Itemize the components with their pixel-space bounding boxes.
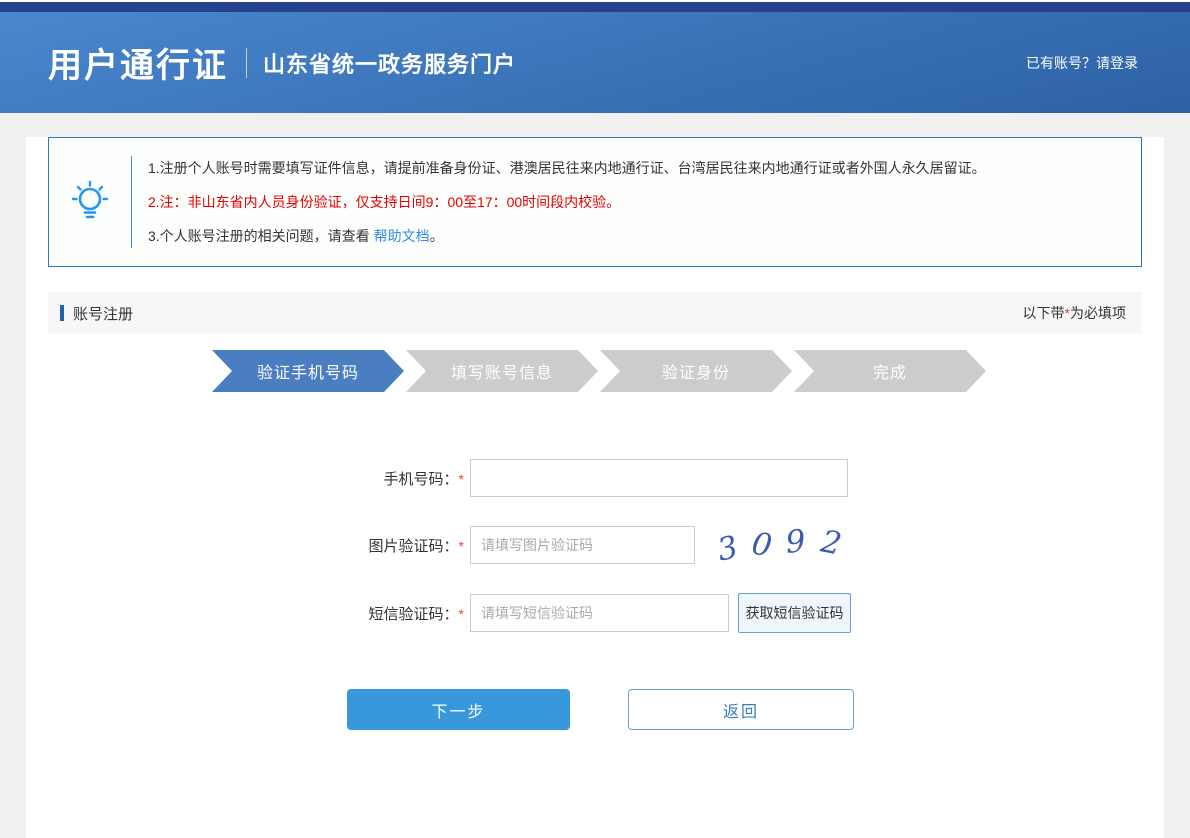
notice-line-2: 2.注：非山东省内人员身份验证，仅支持日间9：00至17：00时间段内校验。	[148, 185, 986, 219]
captcha-image[interactable]: 3092	[717, 527, 841, 563]
notice-box: 1.注册个人账号时需要填写证件信息，请提前准备身份证、港澳居民往来内地通行证、台…	[48, 137, 1142, 267]
captcha-row: 图片验证码：* 3092	[330, 526, 1164, 564]
phone-label: 手机号码：*	[330, 468, 470, 489]
notice-line-3-text: 3.个人账号注册的相关问题，请查看	[148, 228, 374, 244]
step-complete: 完成	[794, 350, 986, 392]
captcha-label-text: 图片验证码：	[369, 538, 459, 555]
content-card: 1.注册个人账号时需要填写证件信息，请提前准备身份证、港澳居民往来内地通行证、台…	[26, 137, 1164, 838]
notice-text: 1.注册个人账号时需要填写证件信息，请提前准备身份证、港澳居民往来内地通行证、台…	[132, 151, 986, 253]
lightbulb-icon	[49, 179, 131, 225]
section-title: 账号注册	[73, 303, 133, 324]
section-title-group: 账号注册	[60, 303, 133, 324]
next-step-button[interactable]: 下一步	[347, 689, 570, 730]
top-navy-strip	[0, 2, 1190, 12]
step-indicator: 验证手机号码 填写账号信息 验证身份 完成	[212, 350, 1164, 392]
notice-line-3: 3.个人账号注册的相关问题，请查看 帮助文档。	[148, 219, 986, 253]
sms-row: 短信验证码：* 获取短信验证码	[330, 593, 1164, 633]
brand-divider	[246, 48, 247, 78]
captcha-input[interactable]	[470, 526, 695, 564]
required-note-prefix: 以下带	[1023, 305, 1065, 321]
page-header: 用户通行证 山东省统一政务服务门户 已有账号？请登录	[0, 12, 1190, 113]
phone-label-text: 手机号码：	[384, 471, 459, 488]
get-sms-code-button[interactable]: 获取短信验证码	[738, 593, 851, 633]
phone-input[interactable]	[470, 459, 848, 497]
notice-line-3-suffix: 。	[430, 228, 444, 244]
sms-label-text: 短信验证码：	[369, 606, 459, 623]
page-title: 用户通行证	[48, 38, 228, 87]
phone-row: 手机号码：*	[330, 459, 1164, 497]
required-note-suffix: 为必填项	[1070, 305, 1126, 321]
step-verify-phone: 验证手机号码	[212, 350, 404, 392]
form-buttons: 下一步 返回	[347, 689, 1164, 730]
brand: 用户通行证 山东省统一政务服务门户	[48, 38, 516, 87]
sms-required-star: *	[459, 606, 464, 622]
required-note: 以下带*为必填项	[1023, 303, 1126, 323]
notice-line-1: 1.注册个人账号时需要填写证件信息，请提前准备身份证、港澳居民往来内地通行证、台…	[148, 151, 986, 185]
step-verify-identity: 验证身份	[600, 350, 792, 392]
sms-input[interactable]	[470, 594, 729, 632]
portal-subtitle: 山东省统一政务服务门户	[263, 47, 516, 79]
section-header: 账号注册 以下带*为必填项	[48, 292, 1142, 334]
section-marker	[60, 305, 64, 321]
back-button[interactable]: 返回	[628, 689, 854, 730]
phone-required-star: *	[459, 471, 464, 487]
sms-label: 短信验证码：*	[330, 603, 470, 624]
captcha-required-star: *	[459, 538, 464, 554]
step-account-info: 填写账号信息	[406, 350, 598, 392]
help-doc-link[interactable]: 帮助文档	[374, 228, 430, 244]
login-link[interactable]: 已有账号？请登录	[1026, 53, 1138, 73]
captcha-label: 图片验证码：*	[330, 535, 470, 556]
registration-form: 手机号码：* 图片验证码：* 3092 短信验证码：* 获取短信验证码 下一步 …	[26, 459, 1164, 730]
